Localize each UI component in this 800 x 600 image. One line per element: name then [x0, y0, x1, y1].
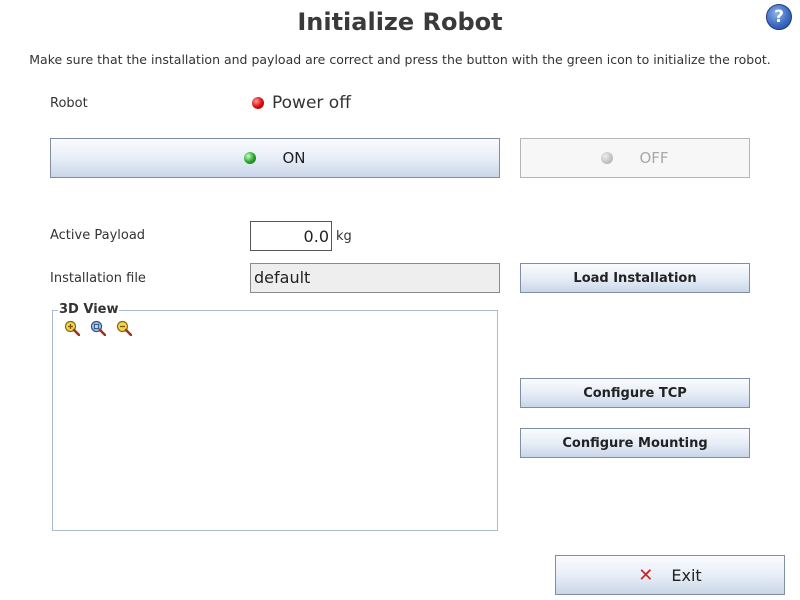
robot-label: Robot: [50, 96, 88, 111]
zoom-in-icon[interactable]: [64, 320, 80, 336]
payload-unit: kg: [336, 229, 352, 244]
green-led-icon: [244, 152, 257, 164]
page-title: Initialize Robot: [297, 8, 503, 36]
3d-view-legend: 3D View: [58, 302, 120, 317]
configure-tcp-button[interactable]: Configure TCP: [520, 378, 750, 408]
exit-button-label: Exit: [671, 565, 702, 585]
on-button-label: ON: [282, 149, 306, 167]
installation-label: Installation file: [50, 271, 146, 286]
configure-mounting-button[interactable]: Configure Mounting: [520, 428, 750, 458]
exit-button[interactable]: ✕ Exit: [555, 555, 785, 595]
gray-led-icon: [601, 152, 614, 164]
off-button[interactable]: OFF: [520, 138, 750, 178]
on-button[interactable]: ON: [50, 138, 500, 178]
3d-view-panel[interactable]: [52, 310, 498, 531]
installation-file-field: default: [250, 263, 500, 293]
close-x-icon: ✕: [638, 564, 654, 586]
red-led-icon: [252, 97, 264, 109]
help-icon[interactable]: ?: [766, 4, 792, 30]
robot-status-text: Power off: [272, 93, 351, 113]
instruction-text: Make sure that the installation and payl…: [29, 52, 771, 67]
zoom-fit-icon[interactable]: [90, 320, 106, 336]
robot-status: Power off: [252, 93, 351, 113]
payload-input[interactable]: [250, 221, 332, 251]
off-button-label: OFF: [639, 149, 669, 167]
load-installation-button[interactable]: Load Installation: [520, 263, 750, 293]
zoom-out-icon[interactable]: [116, 320, 132, 336]
payload-label: Active Payload: [50, 228, 146, 243]
